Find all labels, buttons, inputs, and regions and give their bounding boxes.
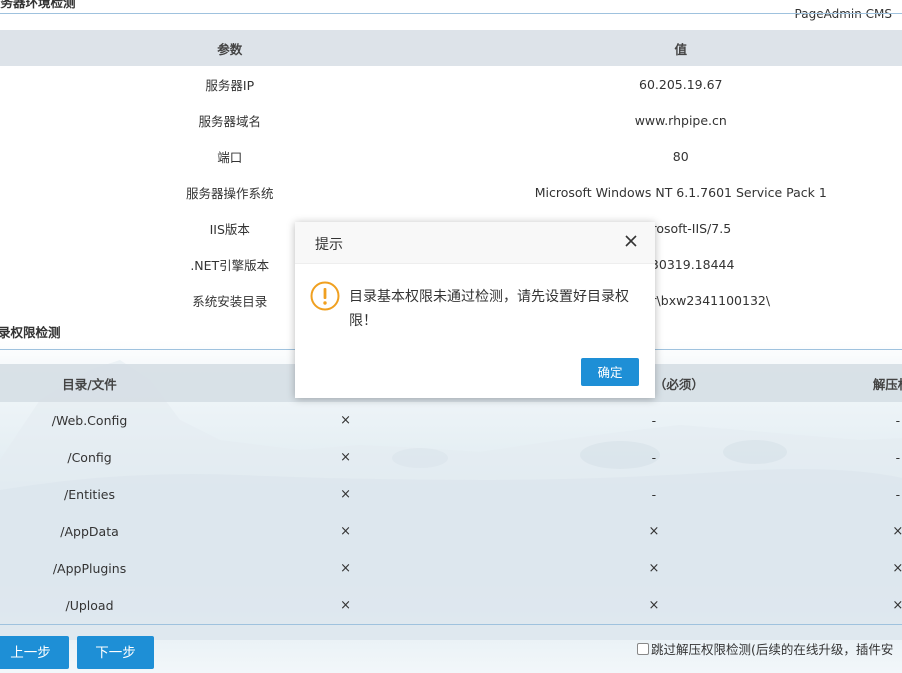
divider-bottom <box>0 624 902 625</box>
path-cell: /Entities <box>64 487 116 502</box>
param-cell: 服务器操作系统 <box>186 185 274 201</box>
column-header-param: 参数 <box>0 30 460 66</box>
status-cell: × <box>648 561 660 576</box>
param-cell: 服务器IP <box>205 77 255 93</box>
divider-top <box>0 13 902 14</box>
permission-table: 目录/文件 读写权限 修改权限（必须） 解压权限 /Web.Config × -… <box>0 364 902 624</box>
status-cell: - <box>651 413 657 428</box>
status-cell: - <box>895 450 901 465</box>
table-row: 服务器操作系统 Microsoft Windows NT 6.1.7601 Se… <box>0 174 902 210</box>
warning-icon <box>310 281 340 311</box>
column-header-path: 目录/文件 <box>0 364 180 402</box>
status-cell: × <box>648 524 660 539</box>
status-cell: - <box>895 487 901 502</box>
section-title-server: 服务器环境检测 <box>0 0 76 10</box>
status-cell: × <box>648 598 660 613</box>
status-cell: × <box>340 450 352 465</box>
dialog-body: 目录基本权限未通过检测，请先设置好目录权限！ <box>295 264 655 356</box>
status-cell: - <box>651 450 657 465</box>
skip-extract-check[interactable]: 跳过解压权限检测(后续的在线升级，插件安 <box>637 639 893 658</box>
status-cell: × <box>892 524 902 539</box>
status-cell: × <box>340 487 352 502</box>
path-cell: /AppPlugins <box>52 561 127 576</box>
value-cell: 80 <box>672 148 689 164</box>
table-row: /Config × - - <box>0 439 902 476</box>
alert-dialog: 提示 目录基本权限未通过检测，请先设置好目录权限！ 确定 <box>295 222 655 398</box>
next-step-button[interactable]: 下一步 <box>77 636 154 669</box>
param-cell: 服务器域名 <box>198 113 262 129</box>
path-cell: /Web.Config <box>51 413 128 428</box>
status-cell: × <box>340 598 352 613</box>
value-cell: 60.205.19.67 <box>639 76 723 92</box>
table-row: /AppData × × × <box>0 513 902 550</box>
status-cell: × <box>892 598 902 613</box>
status-cell: - <box>895 413 901 428</box>
table-row: 服务器IP 60.205.19.67 <box>0 66 902 102</box>
table-row: /Web.Config × - - <box>0 402 902 439</box>
status-cell: × <box>892 561 902 576</box>
confirm-button[interactable]: 确定 <box>581 358 639 386</box>
prev-step-button[interactable]: 上一步 <box>0 636 69 669</box>
table-row: 端口 80 <box>0 138 902 174</box>
status-cell: × <box>340 413 352 428</box>
path-cell: /AppData <box>60 524 119 539</box>
table-row: /AppPlugins × × × <box>0 550 902 587</box>
skip-extract-checkbox[interactable] <box>637 643 649 655</box>
value-cell: www.rhpipe.cn <box>634 112 727 128</box>
column-header-value: 值 <box>459 30 902 66</box>
dialog-title: 提示 <box>315 237 343 253</box>
path-cell: /Upload <box>65 598 114 613</box>
brand-label: PageAdmin CMS <box>794 7 892 21</box>
table-header-row: 参数 值 <box>0 30 902 66</box>
status-cell: × <box>340 524 352 539</box>
column-header-extract: 解压权限 <box>795 364 902 402</box>
table-row: /Upload × × × <box>0 587 902 624</box>
skip-extract-label: 跳过解压权限检测(后续的在线升级，插件安 <box>651 642 894 657</box>
value-cell: Microsoft Windows NT 6.1.7601 Service Pa… <box>534 184 827 200</box>
table-row: 服务器域名 www.rhpipe.cn <box>0 102 902 138</box>
path-cell: /Config <box>67 450 112 465</box>
table-row: /Entities × - - <box>0 476 902 513</box>
param-cell: 端口 <box>217 149 243 165</box>
dialog-header: 提示 <box>295 222 655 264</box>
page: 服务器环境检测 PageAdmin CMS 参数 值 服务器IP 60.205.… <box>0 0 902 673</box>
dialog-message: 目录基本权限未通过检测，请先设置好目录权限！ <box>349 289 629 329</box>
close-icon[interactable] <box>623 233 639 249</box>
status-cell: - <box>651 487 657 502</box>
section-title-permissions: 录权限检测 <box>0 325 61 340</box>
status-cell: × <box>340 561 352 576</box>
